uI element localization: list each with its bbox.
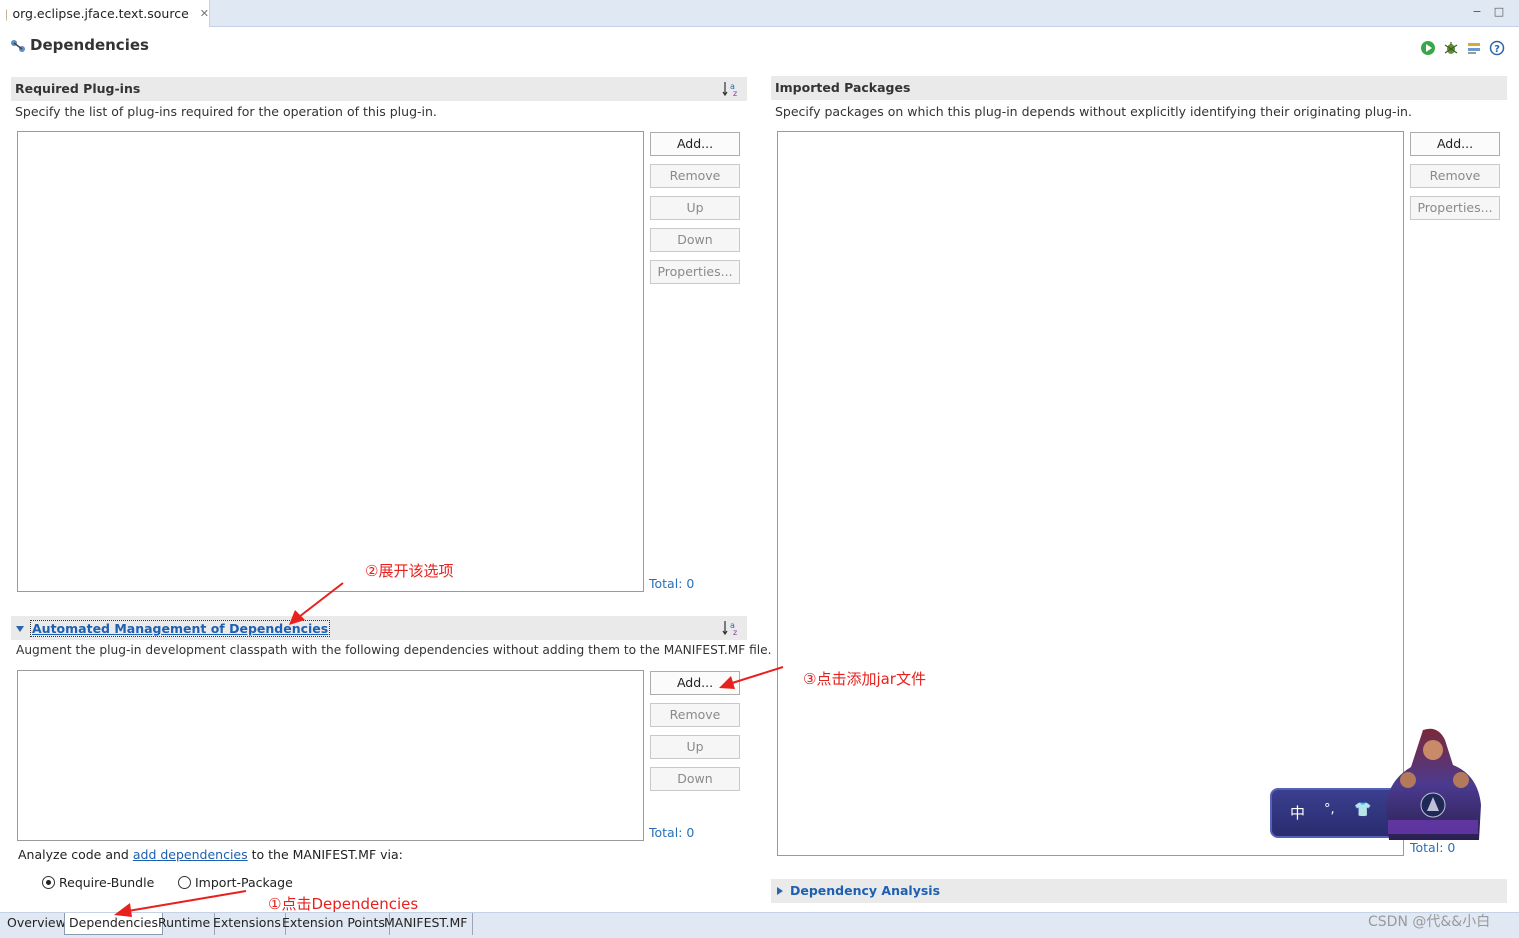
required-plugins-title: Required Plug-ins xyxy=(15,81,141,96)
imported-packages-header: Imported Packages xyxy=(771,76,1507,100)
dependencies-icon xyxy=(11,40,25,52)
maximize-button[interactable]: □ xyxy=(1493,6,1505,18)
required-properties-button[interactable]: Properties... xyxy=(650,260,740,284)
debug-icon[interactable] xyxy=(1443,40,1459,56)
tab-manifest-mf[interactable]: MANIFEST.MF xyxy=(380,913,473,935)
required-down-button[interactable]: Down xyxy=(650,228,740,252)
imported-packages-title: Imported Packages xyxy=(775,80,911,95)
add-dependencies-link[interactable]: add dependencies xyxy=(133,847,248,862)
analyze-prefix: Analyze code and xyxy=(18,847,129,862)
imported-add-button[interactable]: Add... xyxy=(1410,132,1500,156)
annotation-arrow-step2 xyxy=(289,582,344,625)
annotation-step3: ③点击添加jar文件 xyxy=(803,670,926,688)
punctuation-icon[interactable]: °, xyxy=(1324,802,1335,817)
help-icon[interactable]: ? xyxy=(1489,40,1505,56)
export-icon[interactable] xyxy=(1466,40,1482,56)
close-icon[interactable]: ✕ xyxy=(200,7,209,20)
svg-text:z: z xyxy=(733,628,737,637)
analyze-suffix: to the MANIFEST.MF via: xyxy=(251,847,403,862)
required-remove-button[interactable]: Remove xyxy=(650,164,740,188)
required-add-button[interactable]: Add... xyxy=(650,132,740,156)
minimize-button[interactable]: − xyxy=(1471,6,1483,18)
radio-selected-icon xyxy=(42,876,55,889)
automated-total: Total: 0 xyxy=(649,825,695,840)
dependency-analysis-title[interactable]: Dependency Analysis xyxy=(790,883,940,898)
plugin-manifest-icon xyxy=(6,9,8,20)
avengers-mascot-image xyxy=(1386,728,1481,840)
required-total: Total: 0 xyxy=(649,576,695,591)
automated-down-button[interactable]: Down xyxy=(650,767,740,791)
automated-dependencies-list[interactable] xyxy=(17,670,644,841)
annotation-step1: ①点击Dependencies xyxy=(268,895,419,913)
sort-alphabetically-icon[interactable]: a z xyxy=(722,80,740,98)
imported-packages-description: Specify packages on which this plug-in d… xyxy=(775,104,1412,119)
imported-remove-button[interactable]: Remove xyxy=(1410,164,1500,188)
required-plugins-description: Specify the list of plug-ins required fo… xyxy=(15,104,437,119)
editor-tab-bar: org.eclipse.jface.text.source ✕ − □ xyxy=(0,0,1519,27)
imported-properties-button[interactable]: Properties... xyxy=(1410,196,1500,220)
automated-up-button[interactable]: Up xyxy=(650,735,740,759)
annotation-step2: ②展开该选项 xyxy=(365,562,454,580)
automated-management-description: Augment the plug-in development classpat… xyxy=(16,643,772,657)
svg-text:?: ? xyxy=(1494,44,1500,55)
dependency-analysis-header[interactable]: Dependency Analysis xyxy=(771,879,1507,903)
analyze-code-line: Analyze code and add dependencies to the… xyxy=(18,847,403,862)
editor-tab-title: org.eclipse.jface.text.source xyxy=(12,6,189,21)
run-icon[interactable] xyxy=(1420,40,1436,56)
required-plugins-list[interactable] xyxy=(17,131,644,592)
annotation-arrow-step1 xyxy=(114,890,247,917)
imported-packages-list[interactable] xyxy=(777,131,1404,856)
csdn-watermark: CSDN @代&&小白 xyxy=(1368,914,1491,930)
sort-alphabetically-icon[interactable]: a z xyxy=(722,619,740,637)
required-plugins-header: Required Plug-ins xyxy=(11,77,747,101)
pde-manifest-editor: org.eclipse.jface.text.source ✕ − □ Depe… xyxy=(0,0,1519,938)
tab-extension-points[interactable]: Extension Points xyxy=(278,913,390,935)
annotation-arrow-step3 xyxy=(719,666,784,689)
form-title: Dependencies xyxy=(30,36,149,54)
svg-text:z: z xyxy=(733,89,737,98)
required-up-button[interactable]: Up xyxy=(650,196,740,220)
expand-chevron-icon[interactable] xyxy=(15,625,25,633)
automated-remove-button[interactable]: Remove xyxy=(650,703,740,727)
ime-chinese-icon[interactable]: 中 xyxy=(1290,802,1305,823)
tab-overview[interactable]: Overview xyxy=(3,913,71,935)
skin-shirt-icon[interactable]: 👕 xyxy=(1354,802,1371,818)
editor-tab[interactable]: org.eclipse.jface.text.source ✕ xyxy=(0,0,210,27)
collapsed-chevron-icon xyxy=(777,887,783,895)
